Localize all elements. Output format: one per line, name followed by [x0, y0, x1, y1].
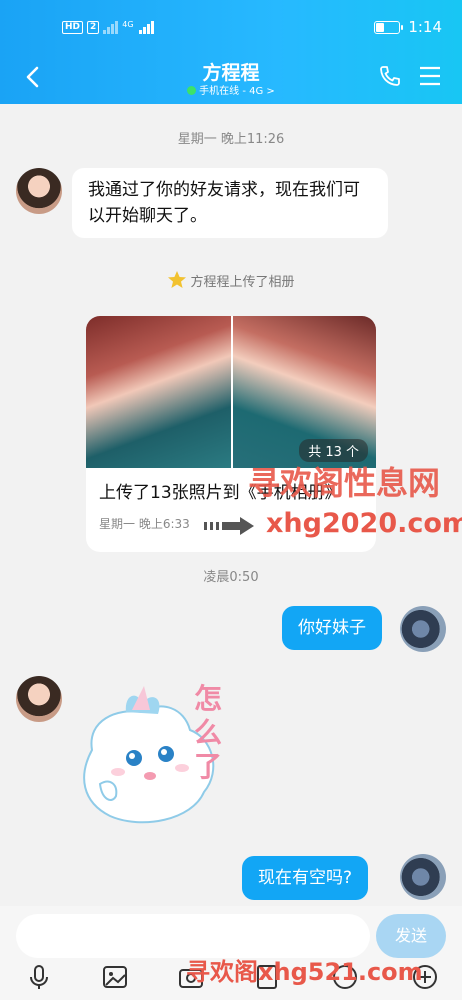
timestamp: 凌晨0:50: [203, 570, 259, 585]
sticker-caption: 怎么了: [194, 682, 223, 783]
star-badge-icon: [168, 271, 187, 288]
signal-2-icon: [138, 20, 154, 34]
online-dot-icon: [187, 86, 197, 95]
status-indicators: HD 2 4G: [62, 20, 154, 34]
album-notice: 方程程上传了相册: [0, 270, 462, 290]
online-status-text: 手机在线 - 4G >: [199, 86, 275, 97]
album-notice-text: 方程程上传了相册: [190, 275, 295, 290]
my-avatar[interactable]: [400, 606, 446, 652]
status-bar: HD 2 4G 1:14: [0, 0, 462, 56]
sim-badge: 2: [87, 21, 100, 34]
microphone-icon[interactable]: [24, 962, 54, 992]
timestamp: 星期一 晚上11:26: [177, 132, 285, 147]
battery-icon: [374, 20, 404, 34]
message-bubble-outgoing[interactable]: 你好妹子: [282, 606, 382, 650]
image-icon[interactable]: [100, 962, 130, 992]
top-bar: HD 2 4G 1:14 方程程 手机在线 - 4G >: [0, 0, 462, 104]
contact-avatar[interactable]: [16, 168, 62, 214]
chat-header: 方程程 手机在线 - 4G >: [0, 56, 462, 104]
album-time: 星期一 晚上6:33: [99, 517, 190, 531]
contact-avatar[interactable]: [16, 676, 62, 722]
arrow-right-icon: [204, 517, 254, 535]
watermark-url: xhg2020.com: [266, 508, 462, 539]
message-bubble-incoming[interactable]: 我通过了你的好友请求，现在我们可以开始聊天了。: [72, 168, 388, 238]
my-avatar[interactable]: [400, 854, 446, 900]
menu-icon[interactable]: [418, 64, 442, 88]
album-photos: 共 13 个: [86, 316, 376, 468]
clock: 1:14: [408, 18, 442, 36]
phone-icon[interactable]: [378, 64, 402, 88]
album-photo-1[interactable]: [86, 316, 231, 468]
watermark-text: 寻欢阁性息网: [248, 464, 441, 502]
message-bubble-outgoing[interactable]: 现在有空吗?: [242, 856, 369, 900]
watermark-bottom: 寻欢阁xhg521.com: [186, 958, 423, 986]
network-type: 4G: [122, 20, 134, 29]
signal-1-icon: [103, 20, 119, 34]
album-photo-2[interactable]: 共 13 个: [231, 316, 376, 468]
hd-badge: HD: [62, 21, 84, 34]
